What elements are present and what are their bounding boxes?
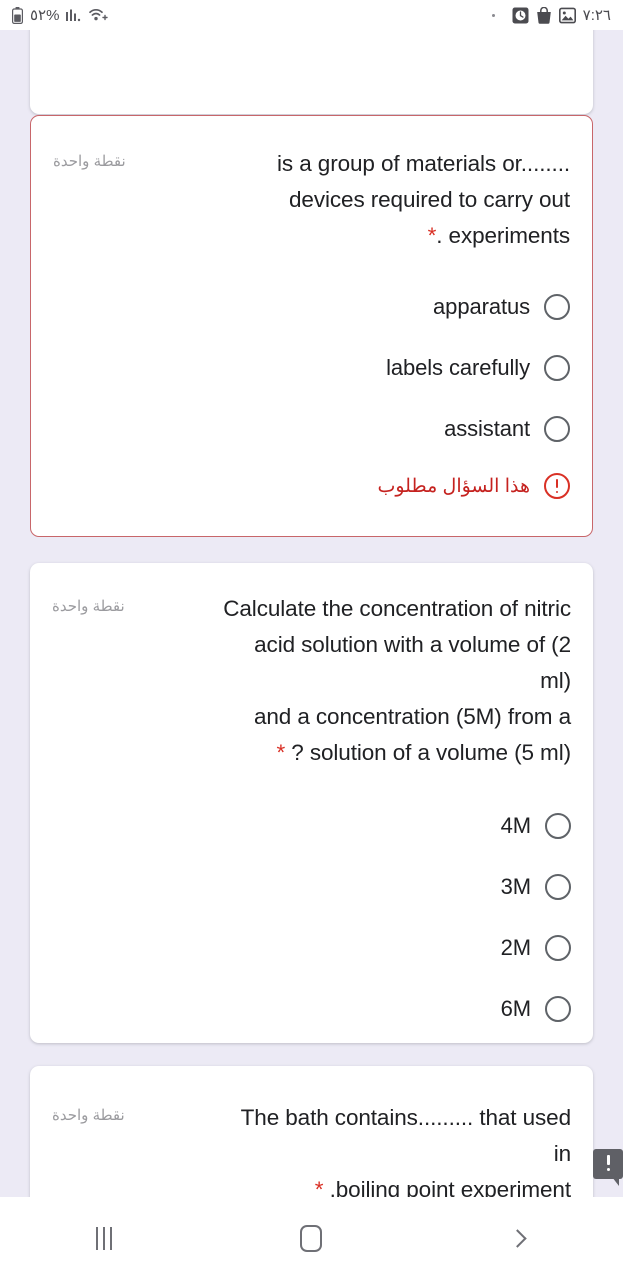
option-label: 6M — [500, 995, 531, 1021]
radio-button-icon[interactable] — [545, 995, 571, 1022]
option-3m[interactable]: 3M — [52, 856, 571, 917]
required-error-text: هذا السؤال مطلوب — [377, 475, 530, 497]
option-label: 3M — [500, 873, 531, 899]
option-6m[interactable]: 6M — [52, 978, 571, 1039]
question-card-apparatus[interactable]: is a group of materials or........ devic… — [30, 115, 593, 537]
question-line-3: and a concentration (5M) from a — [253, 704, 571, 729]
question-text-apparatus: is a group of materials or........ devic… — [277, 146, 570, 254]
home-icon — [300, 1225, 323, 1252]
options-list-apparatus: apparatus labels carefully assistant — [31, 254, 592, 459]
option-label: 2M — [500, 934, 531, 960]
phone-screen: ٥٢% ٧:٢٦ is a group of materials or.....… — [0, 0, 623, 1280]
question-line-1: Calculate the concentration of nitric — [223, 596, 571, 621]
radio-button-icon[interactable] — [544, 415, 570, 442]
feedback-bubble-tail-icon — [612, 1177, 619, 1186]
question-card-bath[interactable]: The bath contains......... that used in … — [30, 1066, 593, 1197]
recents-button[interactable] — [54, 1209, 154, 1269]
dot-icon — [491, 13, 495, 17]
question-header-concentration: Calculate the concentration of nitric ac… — [30, 563, 593, 771]
question-text-concentration: Calculate the concentration of nitric ac… — [221, 591, 571, 771]
status-bar-right: ٧:٢٦ — [491, 6, 611, 24]
battery-icon — [12, 6, 23, 24]
gallery-icon — [558, 7, 576, 24]
question-header-apparatus: is a group of materials or........ devic… — [31, 116, 592, 254]
option-apparatus[interactable]: apparatus — [53, 276, 570, 337]
status-bar-left: ٥٢% — [12, 6, 109, 24]
radio-button-icon[interactable] — [544, 293, 570, 320]
question-text-bath: The bath contains......... that used in … — [221, 1100, 571, 1197]
options-list-concentration: 4M 3M 2M 6M — [30, 771, 593, 1039]
form-scroll-area[interactable]: is a group of materials or........ devic… — [0, 30, 623, 1197]
radio-button-icon[interactable] — [545, 812, 571, 839]
option-4m[interactable]: 4M — [52, 795, 571, 856]
recents-icon — [95, 1227, 112, 1250]
clock-time-label: ٧:٢٦ — [582, 6, 611, 24]
signal-bars-icon — [66, 8, 82, 23]
question-line-2: devices required to carry out — [289, 187, 570, 212]
question-line-3: . experiments — [436, 223, 570, 248]
option-label: apparatus — [433, 293, 530, 319]
back-icon — [507, 1229, 527, 1248]
required-marker: * — [314, 1177, 324, 1197]
question-line-1: The bath contains......... that used in — [240, 1105, 571, 1166]
radio-button-icon[interactable] — [545, 934, 571, 961]
option-2m[interactable]: 2M — [52, 917, 571, 978]
option-label: 4M — [500, 812, 531, 838]
required-error-row: هذا السؤال مطلوب — [31, 459, 592, 513]
battery-percent-label: ٥٢% — [30, 6, 60, 24]
question-line-2: acid solution with a volume of (2 ml) — [254, 632, 571, 693]
wifi-icon — [89, 8, 109, 23]
question-points-concentration: نقطة واحدة — [52, 598, 125, 615]
shopping-bag-icon — [536, 6, 552, 24]
question-points-apparatus: نقطة واحدة — [53, 153, 126, 170]
option-label: assistant — [444, 415, 530, 441]
question-line-1: is a group of materials or........ — [277, 151, 570, 176]
question-line-2: .boiling point experiment — [329, 1177, 572, 1197]
feedback-bubble-icon[interactable] — [593, 1149, 623, 1179]
question-header-bath: The bath contains......... that used in … — [30, 1066, 593, 1197]
status-bar: ٥٢% ٧:٢٦ — [0, 0, 623, 30]
question-points-bath: نقطة واحدة — [52, 1107, 125, 1124]
exclamation-circle-icon — [544, 473, 570, 499]
radio-button-icon[interactable] — [544, 354, 570, 381]
back-button[interactable] — [469, 1209, 569, 1269]
option-label: labels carefully — [386, 354, 530, 380]
question-line-4: ? solution of a volume (5 ml) — [291, 740, 571, 765]
question-card-concentration[interactable]: Calculate the concentration of nitric ac… — [30, 563, 593, 1043]
home-button[interactable] — [261, 1209, 361, 1269]
option-labels-carefully[interactable]: labels carefully — [53, 337, 570, 398]
radio-button-icon[interactable] — [545, 873, 571, 900]
question-card-partial[interactable] — [30, 30, 593, 114]
clock-icon — [512, 7, 529, 24]
required-marker: * — [276, 740, 286, 765]
android-navigation-bar — [0, 1197, 623, 1280]
option-assistant[interactable]: assistant — [53, 398, 570, 459]
required-marker: * — [427, 223, 437, 248]
